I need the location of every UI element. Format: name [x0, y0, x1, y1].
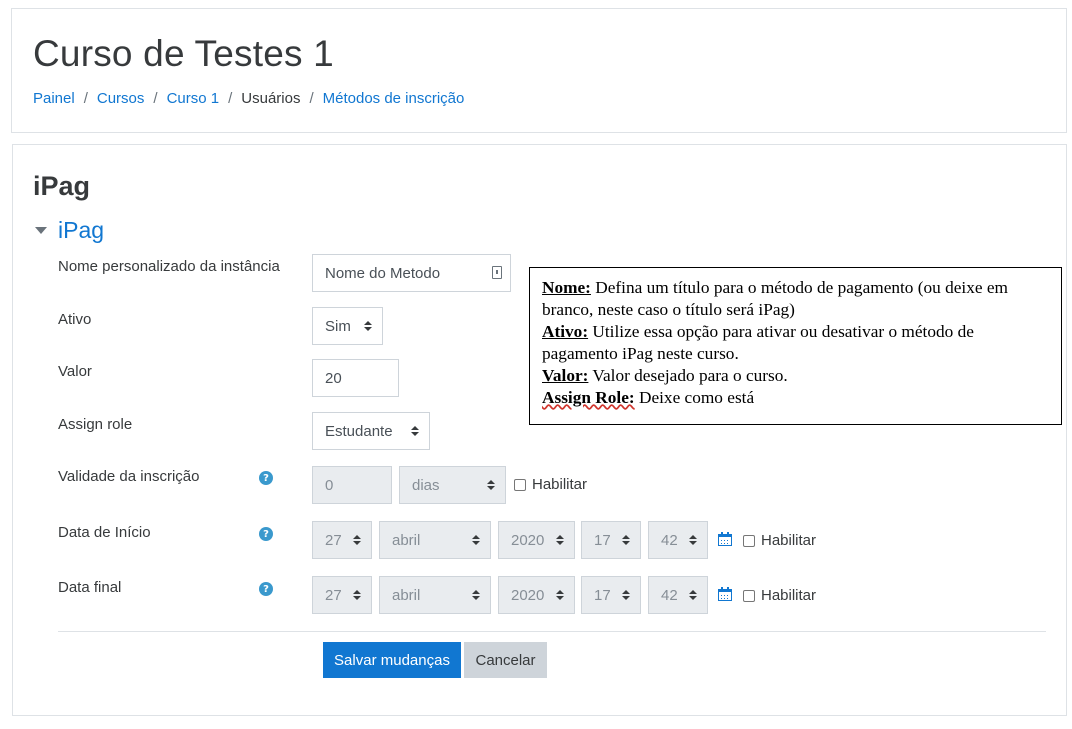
select-arrows-icon — [622, 535, 630, 545]
duration-enable-checkbox[interactable]: Habilitar — [514, 476, 587, 493]
start-year-value: 2020 — [511, 531, 545, 549]
form-divider — [58, 631, 1046, 632]
select-arrows-icon — [411, 426, 419, 436]
end-year-select[interactable]: 2020 — [498, 576, 575, 614]
active-label: Ativo — [58, 311, 92, 328]
help-icon[interactable]: ? — [259, 527, 273, 541]
start-date-enable-label: Habilitar — [761, 532, 817, 549]
end-date-enable-checkbox[interactable]: Habilitar — [743, 587, 816, 604]
select-arrows-icon — [689, 590, 697, 600]
duration-input[interactable]: 0 — [312, 466, 392, 504]
breadcrumb: Painel / Cursos / Curso 1 / Usuários / M… — [33, 90, 464, 107]
start-day-value: 27 — [325, 531, 342, 549]
select-arrows-icon — [487, 480, 495, 490]
end-month-select[interactable]: abril — [379, 576, 491, 614]
active-select-value: Sim — [325, 317, 351, 335]
end-hour-value: 17 — [594, 586, 611, 604]
name-input-value: Nome do Metodo — [325, 264, 441, 282]
breadcrumb-item-usuarios: Usuários — [241, 90, 301, 107]
page-header: Curso de Testes 1 Painel / Cursos / Curs… — [11, 8, 1067, 133]
annotation-note: Nome: Defina um título para o método de … — [529, 267, 1062, 425]
duration-unit-select[interactable]: dias — [399, 466, 506, 504]
breadcrumb-item-curso-1[interactable]: Curso 1 — [167, 90, 220, 107]
note-line-name: Nome: Defina um título para o método de … — [542, 278, 1008, 319]
calendar-icon[interactable] — [718, 532, 732, 546]
end-minute-value: 42 — [661, 586, 678, 604]
start-date-enable-checkbox[interactable]: Habilitar — [743, 532, 816, 549]
enrolment-form-card: iPag iPag Nome personalizado da instânci… — [12, 144, 1067, 716]
cost-input[interactable]: 20 — [312, 359, 399, 397]
end-date-enable-label: Habilitar — [761, 587, 817, 604]
help-icon[interactable]: ? — [259, 471, 273, 485]
duration-input-value: 0 — [325, 476, 334, 494]
note-line-role: Assign Role: Deixe como está — [542, 388, 755, 407]
select-arrows-icon — [622, 590, 630, 600]
start-minute-select[interactable]: 42 — [648, 521, 708, 559]
start-month-select[interactable]: abril — [379, 521, 491, 559]
breadcrumb-separator: / — [83, 90, 88, 107]
end-date-label: Data final — [58, 579, 122, 596]
breadcrumb-item-painel[interactable]: Painel — [33, 90, 75, 107]
start-day-select[interactable]: 27 — [312, 521, 372, 559]
end-minute-select[interactable]: 42 — [648, 576, 708, 614]
name-label: Nome personalizado da instância — [58, 258, 280, 275]
select-arrows-icon — [364, 321, 372, 331]
end-day-value: 27 — [325, 586, 342, 604]
select-arrows-icon — [353, 590, 361, 600]
select-arrows-icon — [556, 535, 564, 545]
caret-down-icon — [35, 227, 47, 234]
save-changes-button[interactable]: Salvar mudanças — [323, 642, 461, 678]
help-icon[interactable]: ? — [259, 582, 273, 596]
role-select-value: Estudante — [325, 422, 393, 440]
checkbox-box[interactable] — [743, 589, 755, 602]
start-month-value: abril — [392, 531, 421, 549]
select-arrows-icon — [689, 535, 697, 545]
role-label: Assign role — [58, 416, 133, 433]
start-hour-select[interactable]: 17 — [581, 521, 641, 559]
note-line-active: Ativo: Utilize essa opção para ativar ou… — [542, 322, 974, 363]
fieldset-legend-label: iPag — [58, 217, 105, 243]
cost-label: Valor — [58, 363, 92, 380]
select-arrows-icon — [556, 590, 564, 600]
contact-card-icon — [492, 266, 502, 279]
breadcrumb-item-metodos-inscricao[interactable]: Métodos de inscrição — [323, 90, 465, 107]
active-select[interactable]: Sim — [312, 307, 383, 345]
select-arrows-icon — [353, 535, 361, 545]
fieldset-legend-toggle[interactable]: iPag — [35, 217, 104, 244]
section-heading: iPag — [33, 171, 91, 201]
checkbox-box[interactable] — [514, 478, 526, 491]
breadcrumb-separator: / — [309, 90, 314, 107]
select-arrows-icon — [472, 590, 480, 600]
cancel-button[interactable]: Cancelar — [464, 642, 547, 678]
start-date-label: Data de Início — [58, 524, 151, 541]
start-hour-value: 17 — [594, 531, 611, 549]
cost-input-value: 20 — [325, 369, 342, 387]
checkbox-box[interactable] — [743, 534, 755, 547]
role-select[interactable]: Estudante — [312, 412, 430, 450]
page-title: Curso de Testes 1 — [33, 33, 334, 74]
duration-label: Validade da inscrição — [58, 468, 200, 485]
start-year-select[interactable]: 2020 — [498, 521, 575, 559]
calendar-icon[interactable] — [718, 587, 732, 601]
breadcrumb-separator: / — [228, 90, 233, 107]
end-month-value: abril — [392, 586, 421, 604]
end-day-select[interactable]: 27 — [312, 576, 372, 614]
breadcrumb-separator: / — [153, 90, 158, 107]
note-line-value: Valor: Valor desejado para o curso. — [542, 366, 788, 385]
end-hour-select[interactable]: 17 — [581, 576, 641, 614]
duration-unit-value: dias — [412, 476, 440, 494]
end-year-value: 2020 — [511, 586, 545, 604]
name-input[interactable]: Nome do Metodo — [312, 254, 511, 292]
start-minute-value: 42 — [661, 531, 678, 549]
select-arrows-icon — [472, 535, 480, 545]
breadcrumb-item-cursos[interactable]: Cursos — [97, 90, 145, 107]
duration-enable-label: Habilitar — [532, 476, 588, 493]
